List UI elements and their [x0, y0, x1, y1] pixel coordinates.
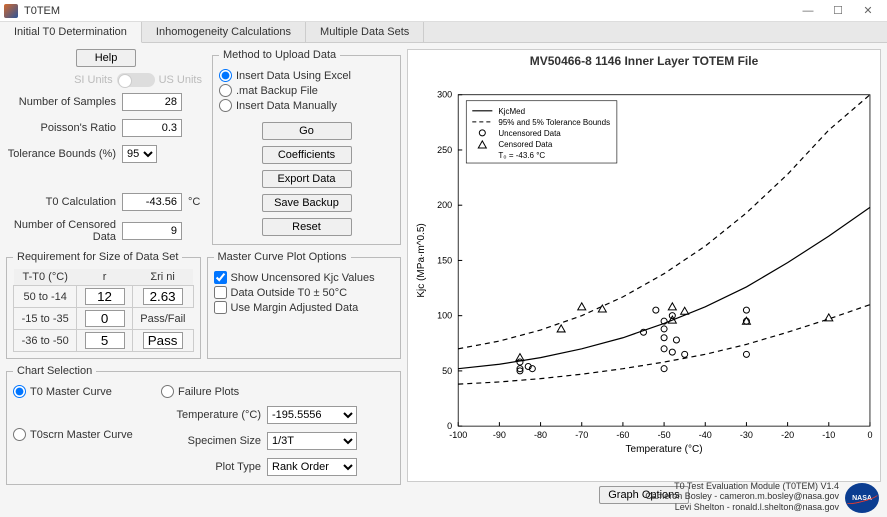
svg-text:Temperature (°C): Temperature (°C)	[626, 444, 703, 455]
censored-input[interactable]	[122, 222, 182, 240]
credit-line-1: T0 Test Evaluation Module (T0TEM) V1.4	[645, 481, 839, 492]
svg-text:-70: -70	[575, 430, 588, 440]
num-samples-label: Number of Samples	[6, 96, 116, 108]
plot-type-select[interactable]: Rank Order	[267, 458, 357, 476]
upload-excel-radio[interactable]	[219, 69, 232, 82]
req-pass-input[interactable]	[143, 332, 183, 349]
titlebar: T0TEM — ☐ ✕	[0, 0, 887, 22]
svg-text:Kjc (MPa·m^0.5): Kjc (MPa·m^0.5)	[416, 223, 427, 297]
master-curve-chart: -100-90-80-70-60-50-40-30-20-100Temperat…	[408, 72, 880, 479]
credit-line-3: Levi Shelton - ronald.l.shelton@nasa.gov	[645, 502, 839, 513]
chart-area: MV50466-8 1146 Inner Layer TOTEM File -1…	[407, 49, 881, 482]
app-icon	[4, 4, 18, 18]
svg-text:0: 0	[447, 421, 452, 431]
reset-button[interactable]: Reset	[262, 218, 352, 236]
svg-text:100: 100	[437, 311, 452, 321]
si-units-label: SI Units	[74, 74, 113, 86]
help-button[interactable]: Help	[76, 49, 136, 67]
svg-text:T₀ = -43.6 °C: T₀ = -43.6 °C	[498, 151, 545, 160]
svg-text:-100: -100	[449, 430, 467, 440]
go-button[interactable]: Go	[262, 122, 352, 140]
show-uncensored-check[interactable]	[214, 271, 227, 284]
t0-master-radio[interactable]	[13, 385, 26, 398]
upload-manual-radio[interactable]	[219, 99, 232, 112]
upload-panel: Method to Upload Data Insert Data Using …	[212, 49, 401, 245]
save-backup-button[interactable]: Save Backup	[262, 194, 352, 212]
failure-plots-radio[interactable]	[161, 385, 174, 398]
specimen-select[interactable]: 1/3T	[267, 432, 357, 450]
svg-text:KjcMed: KjcMed	[498, 107, 525, 116]
svg-text:-30: -30	[740, 430, 753, 440]
tol-bounds-select[interactable]: 95	[122, 145, 157, 163]
svg-text:200: 200	[437, 200, 452, 210]
tab-initial-t0[interactable]: Initial T0 Determination	[0, 22, 142, 43]
t0scrn-radio[interactable]	[13, 428, 26, 441]
units-toggle[interactable]	[117, 73, 155, 87]
master-plot-options-panel: Master Curve Plot Options Show Uncensore…	[207, 251, 402, 359]
req-legend: Requirement for Size of Data Set	[13, 251, 182, 263]
svg-text:Uncensored Data: Uncensored Data	[498, 129, 561, 138]
req-r2-input[interactable]	[85, 310, 125, 327]
master-opts-legend: Master Curve Plot Options	[214, 251, 351, 263]
coefficients-button[interactable]: Coefficients	[262, 146, 352, 164]
tab-multiple-data[interactable]: Multiple Data Sets	[306, 22, 424, 42]
upload-legend: Method to Upload Data	[219, 49, 340, 61]
poisson-input[interactable]	[122, 119, 182, 137]
chart-sel-legend: Chart Selection	[13, 365, 96, 377]
svg-text:250: 250	[437, 145, 452, 155]
chart-title: MV50466-8 1146 Inner Layer TOTEM File	[408, 50, 880, 72]
us-units-label: US Units	[159, 74, 202, 86]
minimize-button[interactable]: —	[793, 1, 823, 21]
svg-text:-20: -20	[781, 430, 794, 440]
svg-text:-50: -50	[658, 430, 671, 440]
requirement-panel: Requirement for Size of Data Set T-T0 (°…	[6, 251, 201, 359]
t0-calc-input[interactable]	[122, 193, 182, 211]
export-data-button[interactable]: Export Data	[262, 170, 352, 188]
svg-text:-40: -40	[699, 430, 712, 440]
window-title: T0TEM	[24, 5, 60, 17]
poisson-label: Poisson's Ratio	[6, 122, 116, 134]
upload-mat-radio[interactable]	[219, 84, 232, 97]
tab-inhomogeneity[interactable]: Inhomogeneity Calculations	[142, 22, 306, 42]
censored-label: Number of Censored Data	[6, 219, 116, 243]
req-sum-input[interactable]	[143, 288, 183, 305]
tol-bounds-label: Tolerance Bounds (%)	[6, 148, 116, 160]
svg-text:-80: -80	[534, 430, 547, 440]
svg-text:50: 50	[442, 366, 452, 376]
close-button[interactable]: ✕	[853, 1, 883, 21]
t0-calc-unit: °C	[188, 196, 200, 208]
req-r1-input[interactable]	[85, 288, 125, 305]
svg-text:Censored Data: Censored Data	[498, 140, 552, 149]
margin-adjusted-check[interactable]	[214, 301, 227, 314]
svg-text:-90: -90	[493, 430, 506, 440]
svg-text:-10: -10	[822, 430, 835, 440]
svg-text:150: 150	[437, 255, 452, 265]
svg-text:300: 300	[437, 90, 452, 100]
tab-bar: Initial T0 Determination Inhomogeneity C…	[0, 22, 887, 43]
credit-line-2: Cameron Bosley - cameron.m.bosley@nasa.g…	[645, 491, 839, 502]
num-samples-input[interactable]	[122, 93, 182, 111]
temperature-select[interactable]: -195.5556	[267, 406, 357, 424]
nasa-logo-icon: NASA	[845, 483, 879, 513]
t0-calc-label: T0 Calculation	[6, 196, 116, 208]
req-r3-input[interactable]	[85, 332, 125, 349]
chart-selection-panel: Chart Selection T0 Master Curve T0scrn M…	[6, 365, 401, 485]
svg-text:0: 0	[867, 430, 872, 440]
maximize-button[interactable]: ☐	[823, 1, 853, 21]
data-outside-check[interactable]	[214, 286, 227, 299]
svg-text:-60: -60	[616, 430, 629, 440]
svg-text:95% and 5% Tolerance Bounds: 95% and 5% Tolerance Bounds	[498, 118, 610, 127]
